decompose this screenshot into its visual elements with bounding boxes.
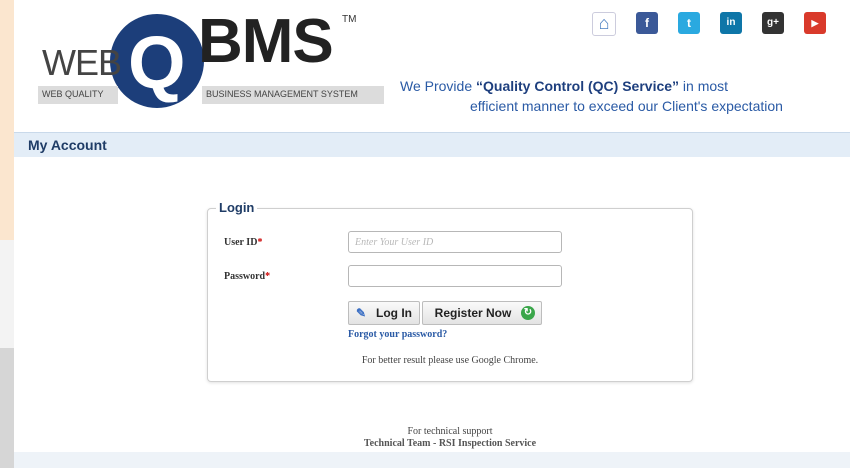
user-id-label: User ID* [224, 237, 262, 248]
tagline-prefix: We Provide [400, 78, 476, 94]
logo-q-letter: Q [128, 21, 186, 104]
login-button-label: Log In [376, 306, 412, 320]
my-account-title: My Account [28, 137, 107, 153]
register-button-label: Register Now [434, 306, 512, 320]
user-id-input[interactable] [348, 231, 562, 253]
register-now-button[interactable]: Register Now ↻ [422, 301, 542, 325]
password-input[interactable] [348, 265, 562, 287]
my-account-bar: My Account [14, 132, 850, 157]
login-button[interactable]: ✎ Log In [348, 301, 420, 325]
footer-band [14, 452, 850, 468]
tagline-highlight: “Quality Control (QC) Service” [476, 78, 680, 94]
login-panel: Login User ID* Password* ✎Log In Registe… [207, 200, 693, 382]
logo-subtitle-right: BUSINESS MANAGEMENT SYSTEM [206, 89, 358, 99]
login-legend: Login [216, 200, 258, 215]
left-side-panel-bottom [0, 348, 14, 468]
forgot-password-link[interactable]: Forgot your password? [348, 329, 447, 340]
facebook-icon[interactable]: f [636, 12, 658, 34]
password-required-mark: * [265, 271, 271, 282]
user-id-required-mark: * [257, 237, 263, 248]
youtube-icon[interactable]: ▶ [804, 12, 826, 34]
webqbms-logo[interactable]: WEB Q BMS TM WEB QUALITY BUSINESS MANAGE… [36, 7, 386, 116]
user-id-label-text: User ID [224, 237, 258, 248]
support-team[interactable]: Technical Team - RSI Inspection Service [300, 438, 600, 449]
register-refresh-icon: ↻ [521, 306, 535, 320]
support-line1: For technical support [407, 426, 493, 437]
logo-trademark: TM [342, 14, 357, 25]
login-key-icon: ✎ [355, 306, 367, 320]
tagline: We Provide “Quality Control (QC) Service… [400, 76, 850, 116]
logo-web-text: WEB [42, 42, 122, 83]
logo-subtitle-left: WEB QUALITY [42, 89, 104, 99]
password-label-text: Password [224, 271, 266, 282]
technical-support: For technical support Technical Team - R… [300, 426, 600, 449]
twitter-icon[interactable]: t [678, 12, 700, 34]
left-side-divider [0, 240, 14, 348]
password-label: Password* [224, 271, 270, 282]
left-side-panel [0, 0, 14, 240]
linkedin-icon[interactable]: in [720, 12, 742, 34]
browser-recommendation-note: For better result please use Google Chro… [361, 355, 539, 366]
google-plus-icon[interactable]: g+ [762, 12, 784, 34]
logo-bms-text: BMS [198, 7, 334, 76]
site-header: WEB Q BMS TM WEB QUALITY BUSINESS MANAGE… [14, 0, 850, 132]
tagline-line2: efficient manner to exceed our Client's … [470, 98, 783, 114]
tagline-suffix: in most [679, 78, 729, 94]
home-icon[interactable]: ⌂ [592, 12, 616, 36]
